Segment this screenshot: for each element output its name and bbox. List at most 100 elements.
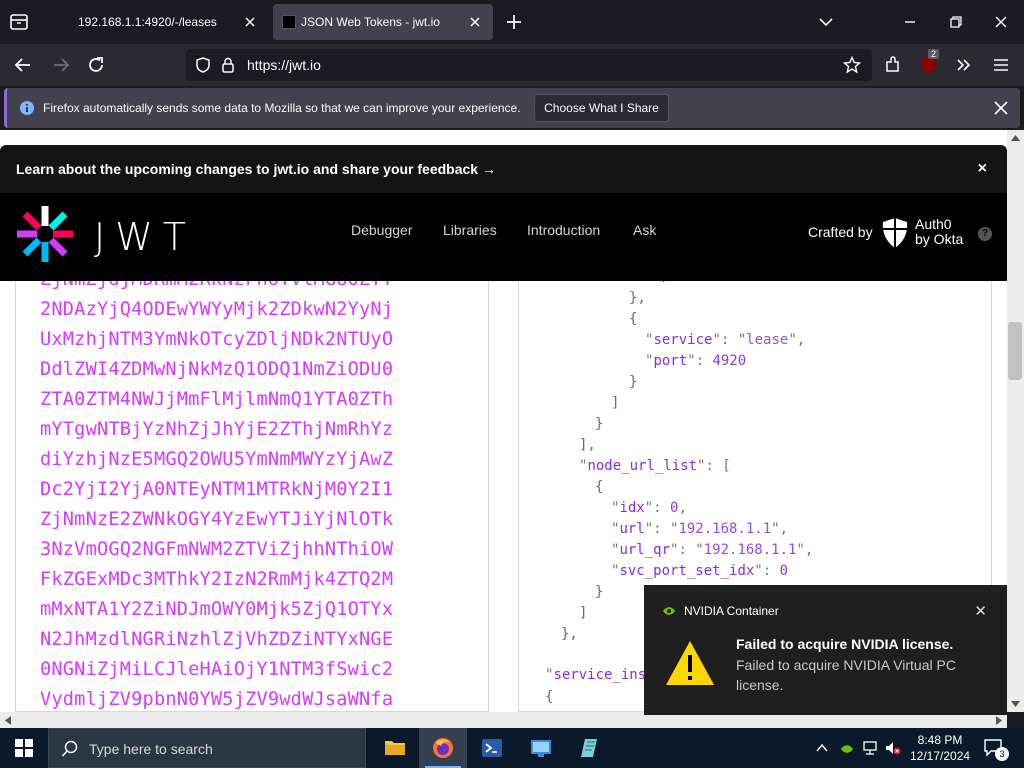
encoded-token-line: ZjNmZjdjMDRmM2RkNzFhOTVlMGU0ZTY [40,281,393,290]
search-placeholder: Type here to search [89,741,213,757]
json-line: { [629,311,638,327]
warning-icon [664,639,716,692]
choose-what-i-share-button[interactable]: Choose What I Share [534,94,669,122]
json-line: "service_ins [545,667,647,683]
extensions-icon[interactable] [882,54,904,76]
encoded-token-line: mYTgwNTBjYzNhZjJhYjE2ZThjNmRhYz [40,419,394,440]
encoded-token-line: 2NDAzYjQ4ODEwYWYyMjk2ZDkwN2YyNj [40,299,394,320]
close-toast-icon[interactable]: ✕ [974,602,987,620]
url-bar[interactable]: https://jwt.io [186,49,872,81]
json-line: "idx": 0, [611,500,687,516]
encoded-token-line: FkZGExMDc3MThkY2IzN2RmMjk4ZTQ2M [40,569,394,590]
help-icon[interactable]: ? [978,227,992,241]
taskbar-powershell[interactable] [468,728,516,768]
volume-muted-icon[interactable] [884,740,902,761]
close-notification-icon[interactable] [992,99,1010,122]
extension-badge: 2 [928,49,940,59]
windows-taskbar: Type here to search 8:48 PM 12/17/2024 3 [0,728,1024,768]
json-line: ], [579,437,596,453]
toast-app-name: NVIDIA Container [684,604,779,618]
jwt-logo-text[interactable]: JWT [94,215,196,259]
taskbar-firefox[interactable] [419,728,467,768]
folder-icon [385,741,405,755]
close-announcement-icon[interactable]: × [978,160,987,178]
auth0-line2: by Okta [915,231,964,247]
scroll-right-icon[interactable] [995,716,1003,725]
chevron-down-icon[interactable] [816,12,836,32]
encoded-token-line: Dc2YjI2YjA0NTEyNTM1MTRkNjM0Y2I1 [40,479,394,500]
close-window-icon[interactable] [991,12,1011,32]
site-header: JWT Debugger Libraries Introduction Ask … [0,193,1007,281]
menu-introduction[interactable]: Introduction [527,222,600,238]
ublock-extension-icon[interactable]: 2 [918,49,940,76]
json-line: "svc_port_set_idx": 0 [611,563,789,579]
action-center-icon[interactable]: 3 [983,738,1009,763]
json-line: "service": "lease", [645,332,806,348]
json-line: }, [561,626,578,642]
telemetry-notification-bar: Firefox automatically sends some data to… [4,88,1020,128]
menu-ask[interactable]: Ask [633,222,656,238]
encoded-token-line: mMxNTA1Y2ZiNDJmOWY0Mjk5ZjQ1OTYx [40,599,394,620]
menu-debugger[interactable]: Debugger [351,222,413,238]
close-tab-icon[interactable] [242,14,258,30]
taskbar-remote-desktop[interactable] [517,728,565,768]
tab-label: JSON Web Tokens - jwt.io [301,15,440,29]
notification-message: Firefox automatically sends some data to… [43,101,521,115]
encoded-token-line: ZjNmNzE2ZWNkOGY4YzEwYTJiYjNlOTk [40,509,394,530]
json-line: ] [579,605,588,621]
jwt-favicon-icon [282,15,296,29]
scroll-down-icon[interactable] [1011,700,1020,708]
taskbar-file-explorer[interactable] [371,728,419,768]
json-line: ] [611,395,620,411]
network-icon[interactable] [862,740,880,761]
auth0-brand[interactable]: Auth0 by Okta [915,217,963,247]
nvidia-license-toast[interactable]: NVIDIA Container ✕ Failed to acquire NVI… [644,585,1007,715]
windows-start-icon[interactable] [15,739,33,762]
encoded-token-line: UxMzhjNTM3YmNkOTcyZDljNDk2NTUyO [40,329,394,350]
taskbar-search-box[interactable]: Type here to search [48,728,366,768]
back-arrow-icon[interactable] [12,54,34,76]
json-line: } [629,374,638,390]
announcement-text[interactable]: Learn about the upcoming changes to jwt.… [16,161,496,177]
restore-icon[interactable] [946,12,966,32]
chevron-up-icon[interactable] [815,741,829,760]
clock-time: 8:48 PM [917,733,963,747]
close-tab-icon[interactable] [467,14,483,30]
new-tab-icon[interactable] [504,12,524,32]
json-line: } [595,584,604,600]
nvidia-tray-icon[interactable] [840,742,854,760]
encoded-token-line: diYzhjNzE5MGQ2OWU5YmNmMWYzYjAwZ [40,449,394,470]
encoded-token-line: DdlZWI4ZDMwNjNkMzQ1ODQ1NmZiODU0 [40,359,394,380]
tab-jwt[interactable]: JSON Web Tokens - jwt.io [273,4,493,40]
tracking-shield-icon[interactable] [194,56,212,79]
encoded-token-line: 0NGNiZjMiLCJleHAiOjY1NTM3fSwic2 [40,659,394,680]
notification-count-badge: 3 [995,747,1009,761]
scroll-left-icon[interactable] [4,716,12,725]
lock-icon[interactable] [220,56,236,79]
bookmark-star-icon[interactable] [842,55,862,79]
reload-icon[interactable] [85,54,107,76]
tab-leases[interactable]: 192.168.1.1:4920/-/leases [44,4,268,40]
json-line: "url": "192.168.1.1", [611,521,789,537]
vertical-scrollbar-thumb[interactable] [1008,322,1022,380]
overflow-chevrons-icon[interactable] [953,54,975,76]
hamburger-menu-icon[interactable] [990,54,1012,76]
minimize-icon[interactable] [900,12,920,32]
menu-libraries[interactable]: Libraries [443,222,497,238]
json-line: { [545,689,554,705]
json-line: { [595,479,604,495]
encoded-token-line: VydmljZV9pbnN0YW5jZV9wdWJsaWNfa [40,689,394,710]
system-clock[interactable]: 8:48 PM 12/17/2024 [910,732,970,764]
announcement-banner[interactable]: Learn about the upcoming changes to jwt.… [0,145,1007,193]
encoded-token-panel[interactable]: ZjNmZjdjMDRmM2RkNzFhOTVlMGU0ZTY 2NDAzYjQ4… [15,281,489,712]
scroll-up-icon[interactable] [1011,134,1020,142]
taskbar-notepad[interactable] [566,728,614,768]
url-text[interactable]: https://jwt.io [247,57,321,73]
tab-list-icon[interactable] [8,11,32,33]
vertical-scrollbar[interactable] [1007,130,1024,712]
forward-arrow-icon[interactable] [50,54,72,76]
clock-date: 12/17/2024 [910,749,971,763]
auth0-shield-icon[interactable] [881,217,909,254]
tab-label: 192.168.1.1:4920/-/leases [78,15,217,29]
jwt-logo-icon[interactable] [14,203,76,270]
